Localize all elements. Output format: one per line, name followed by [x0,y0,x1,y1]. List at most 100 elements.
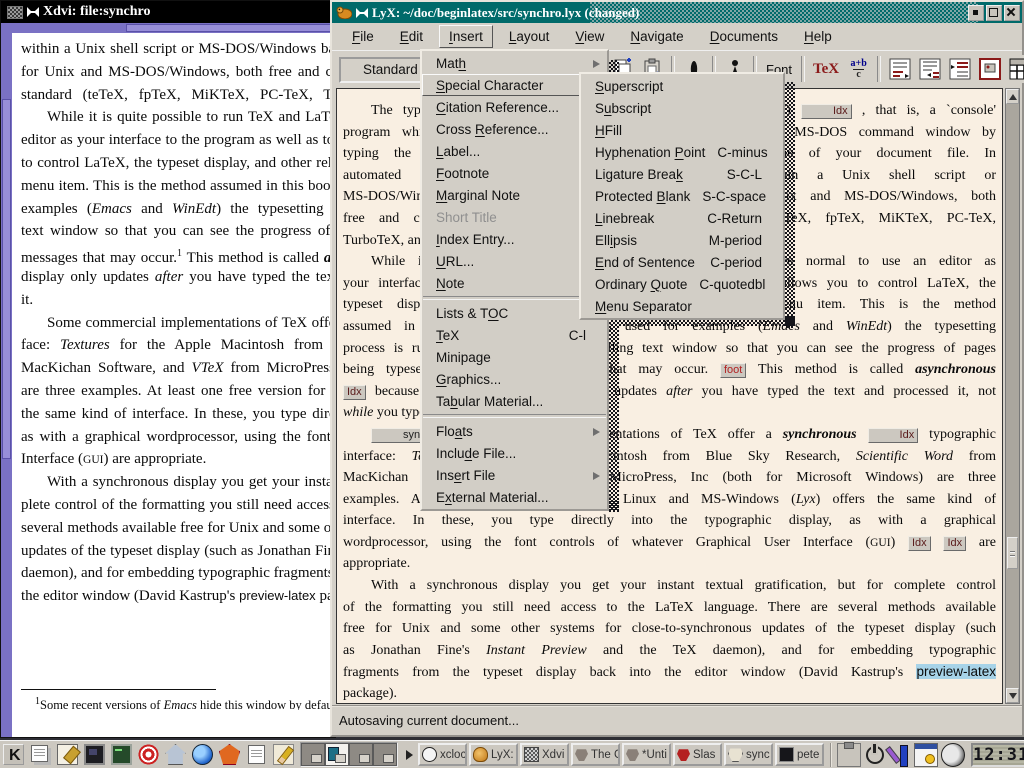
menu-item[interactable]: TeXC-l [422,324,607,346]
menubar-item[interactable]: Insert [439,25,493,48]
xdvi-text: within a Unix shell script or MS-DOS/Win… [21,38,335,608]
table-insert-icon[interactable] [1006,55,1024,83]
browser-icon[interactable] [191,743,214,766]
task-button[interactable]: *Unti [622,743,671,766]
xdvi-text-line: as with a graphical wordprocessor, using… [21,426,335,449]
logout-icon[interactable] [866,746,884,764]
menu-item[interactable]: Ordinary QuoteC-quotedbl [581,273,783,295]
xdvi-vscroll-thumb[interactable] [2,99,11,459]
menubar-item[interactable]: View [565,25,614,48]
editor-icon[interactable] [272,743,295,766]
xdvi-text-line: editor as your interface to the program … [21,129,335,152]
pager-desktop[interactable] [325,743,349,766]
menu-item[interactable]: Include File... [422,442,607,464]
home-icon[interactable] [164,743,187,766]
menu-separator [423,414,606,418]
lyx-window-title: LyX: ~/doc/beginlatex/src/synchro.lyx (c… [372,2,639,23]
kmenu-icon[interactable] [2,743,25,766]
menu-item[interactable]: Menu Separator [581,295,783,317]
monitor-icon[interactable] [83,743,106,766]
xdvi-text-line: daemon), and for embedding typographic f… [21,562,335,585]
menu-item[interactable]: External Material... [422,486,607,508]
task-button[interactable]: The G [571,743,620,766]
footnote-text: 1Some recent versions of Emacs hide this… [21,693,335,710]
task-button[interactable]: Xdvi [520,743,569,766]
windowlist-icon[interactable] [29,743,52,766]
menu-item[interactable]: HFill [581,119,783,141]
organizer-icon[interactable] [914,743,938,767]
kmail-icon[interactable] [218,743,241,766]
menu-item[interactable]: Protected BlankS-C-space [581,185,783,207]
menubar-item[interactable]: Layout [499,25,560,48]
window-pin-icon [27,7,39,17]
menu-item[interactable]: Insert File [422,464,607,486]
task-icon [473,747,488,762]
taskbar: xclocLyX:XdviThe G*UntiSlassyncpete 12:3… [0,740,1024,768]
task-button[interactable]: sync [724,743,773,766]
task-button[interactable]: xcloc [418,743,467,766]
menu-shadow [785,82,795,328]
clock[interactable]: 12:31 [971,743,1024,767]
menu-item[interactable]: Tabular Material... [422,390,607,412]
menubar-item[interactable]: Edit [390,25,433,48]
task-button[interactable]: Slas [673,743,722,766]
xdvi-text-line: to control LaTeX, the typeset display, a… [21,152,335,175]
menubar-item[interactable]: Documents [700,25,788,48]
desktop-icon[interactable] [56,743,79,766]
klipper-icon[interactable] [837,743,861,767]
arrow-down-icon [1009,693,1017,699]
menu-item[interactable]: Hyphenation PointC-minus [581,141,783,163]
xdvi-titlebar[interactable]: Xdvi: file:synchro [1,1,335,23]
menu-item[interactable]: LinebreakC-Return [581,207,783,229]
terminal-icon[interactable] [110,743,133,766]
document-line: appropriate. [343,553,996,575]
footnote-insert-icon[interactable] [886,55,913,83]
menubar-item[interactable]: File [342,25,384,48]
tex-icon[interactable]: TeX [810,55,842,83]
task-button[interactable]: LyX: [469,743,518,766]
menu-item[interactable]: End of SentenceC-period [581,251,783,273]
document-line: fragments from the typeset display back … [343,661,996,683]
figure-insert-icon[interactable] [976,55,1003,83]
menu-item[interactable]: EllipsisM-period [581,229,783,251]
xdvi-text-line: for Unix and MS-DOS/Windows, both free a… [21,61,335,84]
menu-item[interactable]: Floats [422,420,607,442]
math-icon[interactable]: a+bc [845,55,872,83]
status-text: Autosaving current document... [339,713,519,728]
pager-desktop[interactable] [301,743,325,766]
menubar-item[interactable]: Navigate [620,25,693,48]
xdvi-text-line: plete control of the formatting you stil… [21,494,335,517]
menu-item[interactable]: Math [422,52,607,74]
xdvi-text-line: updates of the typeset display (such as … [21,540,335,563]
depth-insert-icon[interactable] [946,55,973,83]
menu-item[interactable]: Superscript [581,75,783,97]
task-button[interactable]: pete [775,743,824,766]
scroll-up-button[interactable] [1006,89,1019,104]
document-scrollbar[interactable] [1005,88,1020,704]
launcher-area [2,743,295,766]
document-line: With a synchronous display you get your … [343,575,996,597]
moon-icon[interactable] [941,743,965,767]
xdvi-text-line: examples (Emacs and WinEdt) the typesett… [21,198,335,221]
menu-item[interactable]: Subscript [581,97,783,119]
panel-expand-icon[interactable] [406,750,413,760]
xdvi-window-title: Xdvi: file:synchro [43,1,150,23]
maximize-button[interactable] [986,5,1002,21]
minimize-button[interactable] [968,5,984,21]
xdvi-text-line: With a synchronous display you get your … [21,471,335,494]
pager-desktop[interactable] [349,743,373,766]
scroll-down-button[interactable] [1006,688,1019,703]
menu-item[interactable]: Graphics... [422,368,607,390]
menubar-item[interactable]: Help [794,25,842,48]
notes-icon[interactable] [245,743,268,766]
pager-desktop[interactable] [373,743,397,766]
scrollbar-thumb[interactable] [1007,537,1018,569]
menu-item[interactable]: Minipage [422,346,607,368]
lyx-titlebar[interactable]: LyX: ~/doc/beginlatex/src/synchro.lyx (c… [332,2,1022,23]
close-button[interactable] [1004,5,1020,21]
help-icon[interactable] [137,743,160,766]
marginpar-insert-icon[interactable] [916,55,943,83]
stylus-icon[interactable] [889,744,911,766]
menu-item[interactable]: Ligature BreakS-C-L [581,163,783,185]
lyx-app-icon [336,6,352,19]
